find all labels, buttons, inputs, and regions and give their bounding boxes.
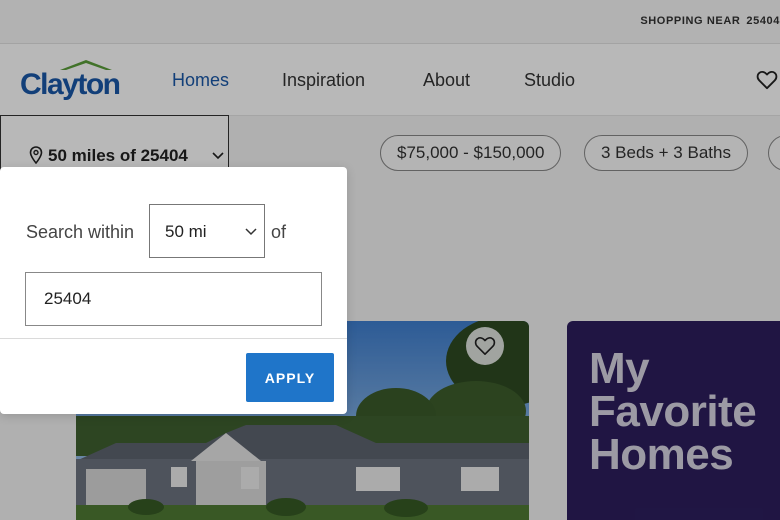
shopping-near-label: SHOPPING NEAR	[640, 15, 741, 27]
chevron-down-icon	[212, 152, 224, 160]
logo-wordmark: Clayton	[20, 68, 121, 101]
clayton-logo[interactable]: Clayton	[20, 58, 132, 102]
nav-item-homes[interactable]: Homes	[172, 70, 229, 91]
promo-line: Homes	[589, 430, 734, 479]
radius-select-value: 50 mi	[165, 222, 207, 241]
favorite-home-button[interactable]	[466, 327, 504, 365]
beds-baths-filter-pill[interactable]: 3 Beds + 3 Baths	[584, 135, 748, 171]
location-filter-label: 50 miles of 25404	[48, 146, 188, 165]
heart-icon[interactable]	[756, 70, 778, 90]
nav-item-studio[interactable]: Studio	[524, 70, 575, 91]
main-navigation: Clayton Homes Inspiration About Studio	[0, 44, 780, 116]
radius-select[interactable]: 50 mi	[149, 204, 265, 258]
search-within-label: Search within	[26, 222, 135, 242]
of-label: of	[271, 222, 287, 242]
nav-item-inspiration[interactable]: Inspiration	[282, 70, 365, 91]
top-utility-bar: SHOPPING NEAR 25404	[0, 0, 780, 44]
apply-button[interactable]: APPLY	[246, 353, 334, 402]
heart-icon	[474, 337, 496, 355]
promo-title: My Favorite Homes	[589, 344, 757, 479]
nav-item-about[interactable]: About	[423, 70, 470, 91]
zip-code-input[interactable]	[25, 272, 322, 326]
chevron-down-icon	[245, 228, 257, 236]
divider	[0, 338, 347, 339]
price-filter-pill[interactable]: $75,000 - $150,000	[380, 135, 562, 171]
map-pin-icon	[29, 146, 43, 164]
promo-line: Favorite	[589, 387, 757, 436]
more-filters-pill[interactable]	[768, 135, 780, 171]
my-favorite-homes-card[interactable]: My Favorite Homes	[567, 321, 780, 520]
promo-line: My	[589, 344, 650, 393]
shopping-near-zip: 25404	[746, 15, 780, 27]
location-radius-popover: Search within 50 mi of APPLY	[0, 167, 347, 414]
location-filter-button[interactable]: 50 miles of 25404	[0, 115, 229, 173]
shopping-near-indicator[interactable]: SHOPPING NEAR 25404	[640, 15, 780, 27]
